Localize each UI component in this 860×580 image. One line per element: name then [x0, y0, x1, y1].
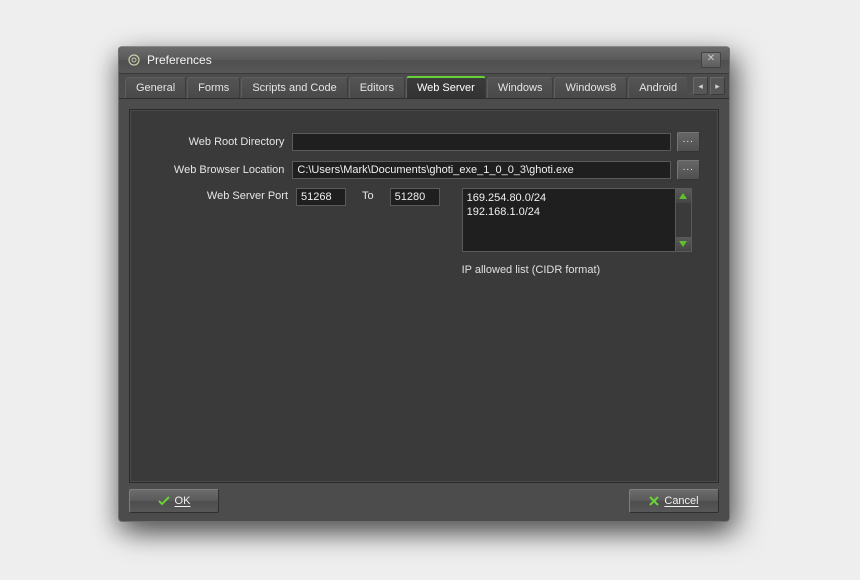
ip-list-scrollbar[interactable]	[676, 188, 692, 252]
cancel-button[interactable]: Cancel	[629, 489, 719, 513]
ip-list-item[interactable]: 169.254.80.0/24	[467, 191, 671, 205]
tab-general[interactable]: General	[125, 77, 186, 98]
tab-scroll-right-button[interactable]: ▸	[710, 77, 725, 95]
tab-web-server[interactable]: Web Server	[406, 76, 486, 98]
tab-scripts[interactable]: Scripts and Code	[241, 77, 347, 98]
tabbar: General Forms Scripts and Code Editors W…	[119, 74, 729, 99]
check-icon	[158, 496, 170, 506]
web-root-browse-button[interactable]: ...	[677, 132, 700, 152]
browser-location-label: Web Browser Location	[148, 164, 292, 176]
port-to-input[interactable]	[390, 188, 440, 206]
web-root-input[interactable]	[292, 133, 670, 151]
scroll-down-button[interactable]	[676, 237, 691, 251]
browser-location-input[interactable]	[292, 161, 670, 179]
app-icon	[127, 53, 141, 67]
ip-allowed-list[interactable]: 169.254.80.0/24 192.168.1.0/24	[462, 188, 676, 252]
ok-button[interactable]: OK	[129, 489, 219, 513]
port-to-label: To	[362, 188, 374, 202]
tab-android[interactable]: Android	[628, 77, 687, 98]
titlebar[interactable]: Preferences ✕	[119, 47, 729, 74]
tab-scroll-left-button[interactable]: ◂	[693, 77, 708, 95]
ok-button-label: OK	[175, 495, 191, 507]
window-title: Preferences	[147, 53, 701, 67]
dialog-button-bar: OK Cancel	[119, 487, 729, 521]
web-server-port-label: Web Server Port	[148, 188, 296, 202]
port-from-input[interactable]	[296, 188, 346, 206]
tab-windows8[interactable]: Windows8	[554, 77, 627, 98]
ip-list-caption: IP allowed list (CIDR format)	[462, 264, 692, 276]
preferences-window: Preferences ✕ General Forms Scripts and …	[118, 46, 730, 522]
web-server-panel: Web Root Directory ... Web Browser Locat…	[129, 109, 719, 483]
ip-list-item[interactable]: 192.168.1.0/24	[467, 205, 671, 219]
tab-editors[interactable]: Editors	[349, 77, 405, 98]
tab-windows[interactable]: Windows	[487, 77, 554, 98]
content-area: Web Root Directory ... Web Browser Locat…	[119, 99, 729, 487]
cancel-icon	[649, 496, 659, 506]
scroll-up-button[interactable]	[676, 189, 691, 203]
close-button[interactable]: ✕	[701, 52, 721, 68]
cancel-button-label: Cancel	[664, 495, 698, 507]
tab-forms[interactable]: Forms	[187, 77, 240, 98]
browser-location-browse-button[interactable]: ...	[677, 160, 700, 180]
web-root-label: Web Root Directory	[148, 136, 292, 148]
